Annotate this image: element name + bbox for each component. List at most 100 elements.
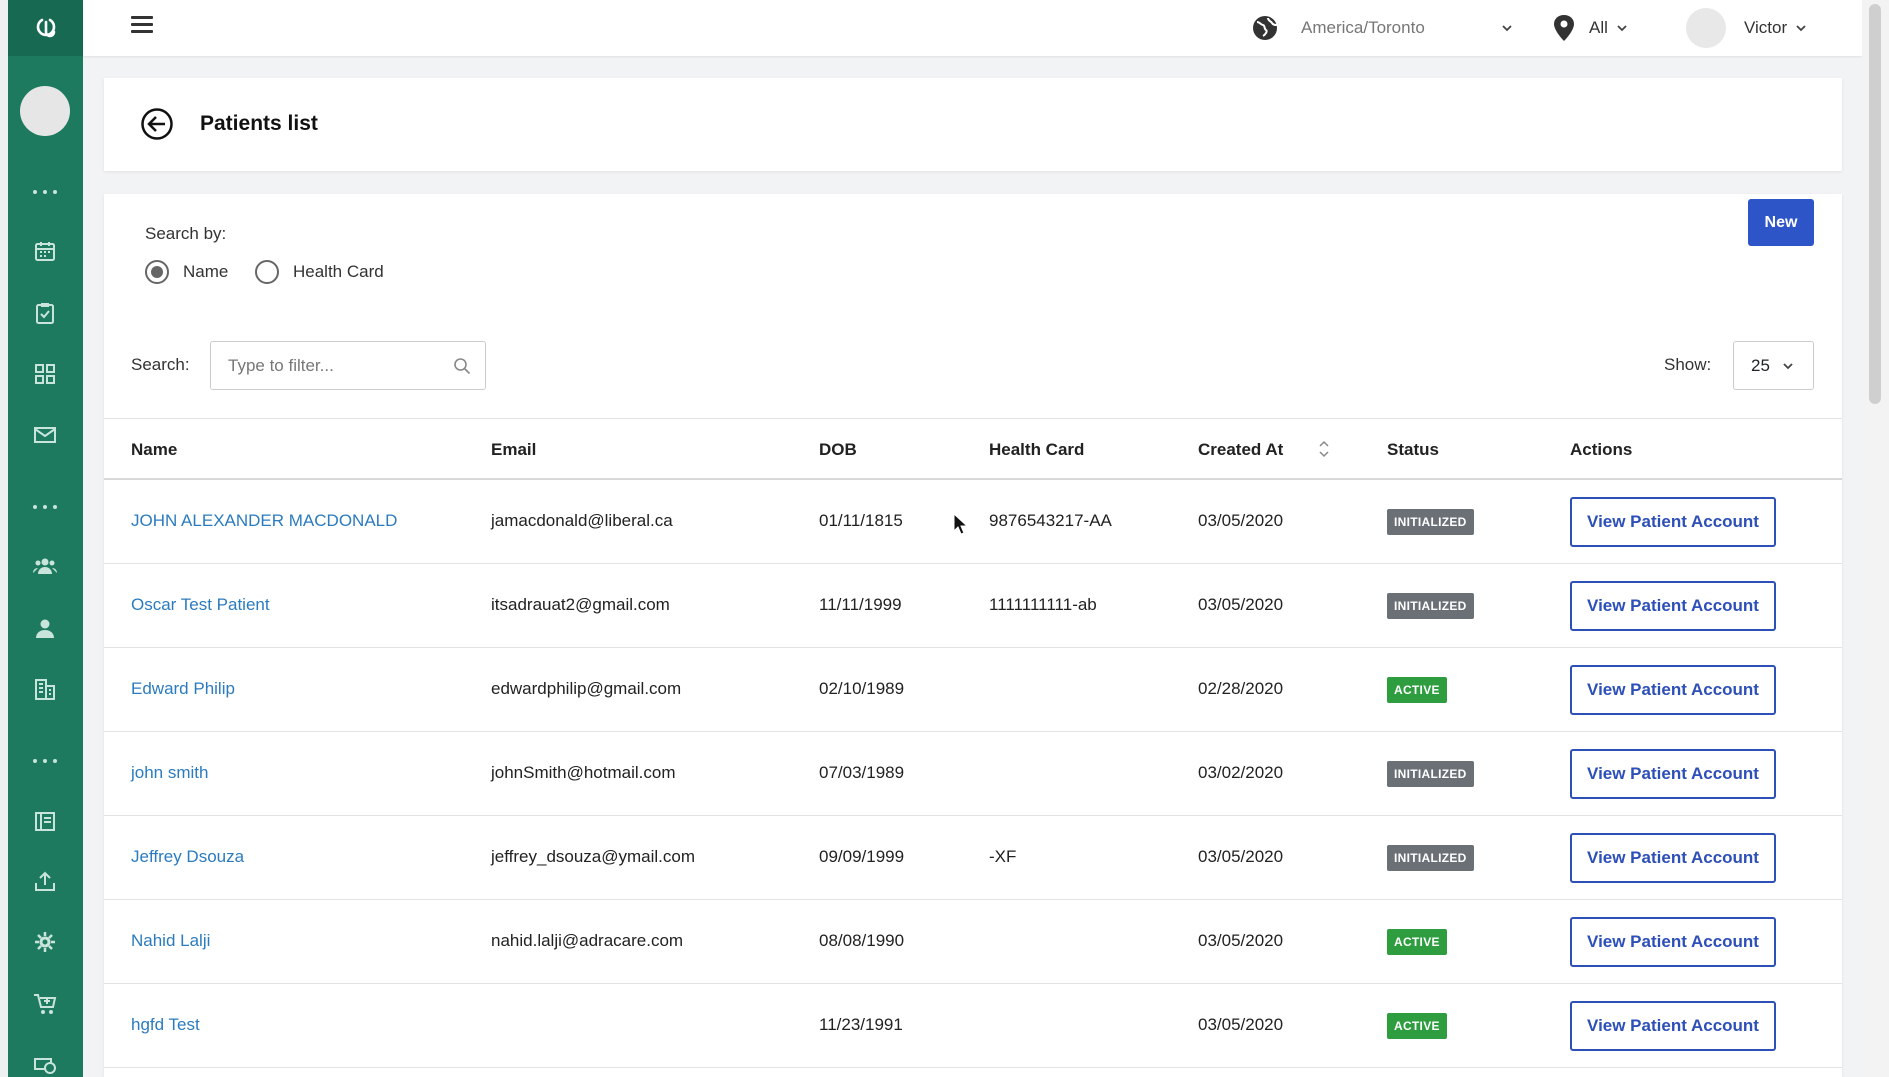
column-header-name[interactable]: Name <box>131 440 177 460</box>
patient-name-link[interactable]: Nahid Lalji <box>131 931 210 951</box>
status-badge: ACTIVE <box>1387 1013 1447 1039</box>
avatar <box>1686 8 1726 48</box>
view-patient-account-button[interactable]: View Patient Account <box>1570 1001 1776 1051</box>
dots-icon[interactable] <box>33 188 57 196</box>
column-header-health-card[interactable]: Health Card <box>989 440 1084 460</box>
view-patient-account-button[interactable]: View Patient Account <box>1570 581 1776 631</box>
scrollbar-thumb[interactable] <box>1869 4 1881 404</box>
column-header-created-at[interactable]: Created At <box>1198 440 1283 460</box>
patient-created-at: 03/05/2020 <box>1198 511 1284 530</box>
globe-icon <box>1253 16 1278 40</box>
chevron-down-icon <box>1783 362 1793 369</box>
logo-icon[interactable] <box>8 0 83 56</box>
mouse-cursor-icon <box>953 513 967 535</box>
radio-name-label: Name <box>183 262 229 281</box>
view-patient-account-button[interactable]: View Patient Account <box>1570 497 1776 547</box>
cart-icon[interactable] <box>30 989 60 1019</box>
patient-email: johnSmith@hotmail.com <box>491 763 676 782</box>
table-row: john smith johnSmith@hotmail.com 07/03/1… <box>104 732 1842 816</box>
radio-name[interactable]: Name <box>145 260 228 284</box>
back-arrow-icon[interactable] <box>140 107 174 141</box>
patient-dob: 11/23/1991 <box>819 1015 903 1034</box>
patient-name-link[interactable]: JOHN ALEXANDER MACDONALD <box>131 511 397 531</box>
patient-email: nahid.lalji@adracare.com <box>491 931 684 950</box>
upload-icon[interactable] <box>30 866 60 896</box>
table-header: Name Email DOB Health Card Created At St… <box>104 418 1842 480</box>
patient-dob: 07/03/1989 <box>819 763 905 782</box>
table-row: Jeffrey Dsouza jeffrey_dsouza@ymail.com … <box>104 816 1842 900</box>
avatar[interactable] <box>20 86 70 136</box>
patient-created-at: 03/05/2020 <box>1198 931 1284 950</box>
patient-email: jeffrey_dsouza@ymail.com <box>491 847 696 866</box>
radio-health-card-label: Health Card <box>293 262 384 281</box>
dots-icon[interactable] <box>33 503 57 511</box>
scrollbar[interactable] <box>1862 0 1889 1077</box>
patients-panel: Search by: Name Health Card New Search: … <box>104 194 1842 1077</box>
patient-name-link[interactable]: Oscar Test Patient <box>131 595 270 615</box>
search-label: Search: <box>131 355 190 374</box>
patient-health-card: 9876543217-AA <box>989 511 1112 530</box>
page-size-select[interactable]: 25 <box>1733 341 1814 390</box>
top-bar: America/Toronto All Victor <box>83 0 1862 56</box>
new-patient-button[interactable]: New <box>1748 199 1814 246</box>
column-header-email[interactable]: Email <box>491 440 536 460</box>
user-menu[interactable]: Victor <box>1686 6 1807 50</box>
search-icon <box>454 358 471 375</box>
users-icon[interactable] <box>30 551 60 581</box>
gear-icon[interactable] <box>30 927 60 957</box>
view-patient-account-button[interactable]: View Patient Account <box>1570 917 1776 967</box>
patient-created-at: 03/05/2020 <box>1198 847 1284 866</box>
status-badge: INITIALIZED <box>1387 845 1474 871</box>
patient-created-at: 03/05/2020 <box>1198 595 1284 614</box>
clipboard-check-icon[interactable] <box>30 298 60 328</box>
timezone-selector[interactable]: America/Toronto <box>1251 10 1513 46</box>
title-card: Patients list <box>104 78 1842 171</box>
building-icon[interactable] <box>30 674 60 704</box>
sidebar <box>8 0 83 1077</box>
status-badge: INITIALIZED <box>1387 761 1474 787</box>
hamburger-menu-icon[interactable] <box>131 16 153 36</box>
mail-icon[interactable] <box>30 420 60 450</box>
radio-health-card[interactable]: Health Card <box>255 260 384 284</box>
patient-dob: 01/11/1815 <box>819 511 903 530</box>
calendar-icon[interactable] <box>30 236 60 266</box>
patient-name-link[interactable]: hgfd Test <box>131 1015 200 1035</box>
patient-name-link[interactable]: Jeffrey Dsouza <box>131 847 244 867</box>
table-row: Oscar Test Patient itsadrauat2@gmail.com… <box>104 564 1842 648</box>
sort-icon[interactable] <box>1318 439 1330 459</box>
search-field <box>210 341 486 390</box>
patient-health-card: -XF <box>989 847 1017 866</box>
view-patient-account-button[interactable]: View Patient Account <box>1570 749 1776 799</box>
column-header-actions: Actions <box>1570 440 1633 459</box>
status-badge: ACTIVE <box>1387 929 1447 955</box>
book-icon[interactable] <box>30 806 60 836</box>
patient-dob: 08/08/1990 <box>819 931 905 950</box>
user-icon[interactable] <box>30 613 60 643</box>
patient-created-at: 02/28/2020 <box>1198 679 1284 698</box>
search-input[interactable] <box>211 342 431 389</box>
patient-created-at: 03/05/2020 <box>1198 1015 1284 1034</box>
location-selector[interactable]: All <box>1553 10 1628 46</box>
patient-dob: 02/10/1989 <box>819 679 905 698</box>
column-header-status[interactable]: Status <box>1387 440 1439 460</box>
page-size-value: 25 <box>1751 355 1770 375</box>
window-edge <box>0 0 8 1077</box>
view-patient-account-button[interactable]: View Patient Account <box>1570 833 1776 883</box>
patient-name-link[interactable]: john smith <box>131 763 208 783</box>
patient-name-link[interactable]: Edward Philip <box>131 679 235 699</box>
patient-created-at: 03/02/2020 <box>1198 763 1284 782</box>
column-header-dob[interactable]: DOB <box>819 440 857 460</box>
chevron-down-icon <box>1502 25 1512 32</box>
map-pin-icon <box>1554 15 1574 41</box>
app-root: America/Toronto All Victor Patients list… <box>0 0 1889 1077</box>
grid-icon[interactable] <box>30 359 60 389</box>
radio-selected-icon <box>145 260 169 284</box>
table-row: JOHN ALEXANDER MACDONALD jamacdonald@lib… <box>104 480 1842 564</box>
money-icon[interactable] <box>30 1050 60 1077</box>
radio-unselected-icon <box>255 260 279 284</box>
patient-dob: 11/11/1999 <box>819 595 902 614</box>
chevron-down-icon <box>1617 25 1627 32</box>
dots-icon[interactable] <box>33 757 57 765</box>
view-patient-account-button[interactable]: View Patient Account <box>1570 665 1776 715</box>
status-badge: INITIALIZED <box>1387 593 1474 619</box>
